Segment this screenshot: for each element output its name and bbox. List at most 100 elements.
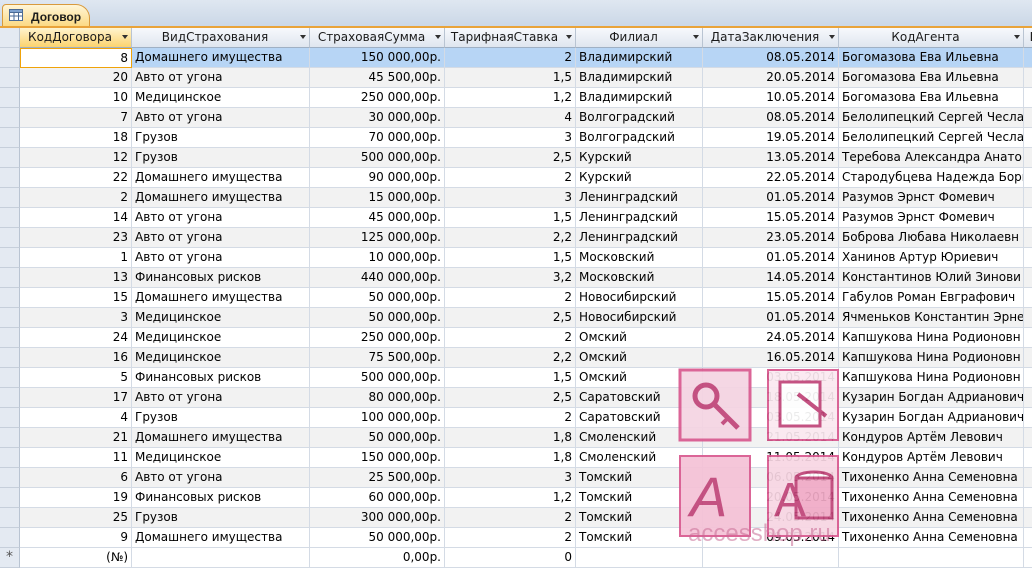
cell-branch[interactable]: Курский (576, 168, 703, 188)
cell-sum[interactable]: 25 500,00р. (310, 468, 445, 488)
cell-id[interactable]: 4 (20, 408, 132, 428)
new-record-row[interactable]: (№) 0,00р.0 (0, 548, 1032, 568)
cell-date[interactable]: 24.05.2014 (703, 508, 839, 528)
cell-agent[interactable]: Тихоненко Анна Семеновна (839, 468, 1024, 488)
filter-dropdown-icon[interactable] (1014, 35, 1020, 39)
cell-branch[interactable]: Курский (576, 148, 703, 168)
table-row[interactable]: 25 Грузов 300 000,00р. 2 Томский 24.05.2014 Ти… (0, 508, 1032, 528)
header-col-vid-strahovaniya[interactable]: ВидСтрахования (132, 28, 310, 48)
cell-sum[interactable]: 70 000,00р. (310, 128, 445, 148)
cell-extra[interactable] (1024, 288, 1032, 308)
table-row[interactable]: 18 Грузов 70 000,00р. 3 Волгоградский 19.05.2… (0, 128, 1032, 148)
cell-id[interactable]: 13 (20, 268, 132, 288)
cell-branch[interactable]: Волгоградский (576, 108, 703, 128)
cell-rate[interactable]: 1,2 (445, 88, 576, 108)
cell-id[interactable]: 20 (20, 68, 132, 88)
filter-dropdown-icon[interactable] (122, 35, 128, 39)
cell-id[interactable]: 8 (20, 48, 132, 68)
cell-branch[interactable]: Саратовский (576, 408, 703, 428)
filter-dropdown-icon[interactable] (693, 35, 699, 39)
cell-type[interactable]: Авто от угона (132, 108, 310, 128)
select-all-corner[interactable] (0, 28, 20, 48)
cell-id[interactable]: 22 (20, 168, 132, 188)
table-row[interactable]: 4 Грузов 100 000,00р. 2 Саратовский 03.05.201… (0, 408, 1032, 428)
cell-agent[interactable]: Капшукова Нина Родионовн (839, 368, 1024, 388)
cell-date[interactable]: 19.05.2014 (703, 128, 839, 148)
cell-branch[interactable]: Смоленский (576, 448, 703, 468)
cell-rate[interactable]: 1,5 (445, 208, 576, 228)
cell-rate[interactable]: 1,2 (445, 488, 576, 508)
cell-extra[interactable] (1024, 408, 1032, 428)
cell-branch[interactable]: Московский (576, 248, 703, 268)
cell-rate[interactable]: 2 (445, 508, 576, 528)
header-col-data-zaklyucheniya[interactable]: ДатаЗаключения (703, 28, 839, 48)
cell-date[interactable]: 08.05.2014 (703, 108, 839, 128)
cell-rate[interactable]: 3,2 (445, 268, 576, 288)
table-row[interactable]: 5 Финансовых рисков 500 000,00р. 1,5 Омский 0… (0, 368, 1032, 388)
cell-agent[interactable]: Ячменьков Константин Эрне (839, 308, 1024, 328)
table-row[interactable]: 14 Авто от угона 45 000,00р. 1,5 Ленинградск… (0, 208, 1032, 228)
cell-id[interactable]: 6 (20, 468, 132, 488)
record-selector[interactable] (0, 68, 20, 88)
cell-rate[interactable]: 2,5 (445, 308, 576, 328)
cell-extra[interactable] (1024, 48, 1032, 68)
cell-id[interactable]: 3 (20, 308, 132, 328)
new-cell-type[interactable] (132, 548, 310, 568)
new-cell-branch[interactable] (576, 548, 703, 568)
cell-date[interactable]: 01.05.2014 (703, 308, 839, 328)
cell-agent[interactable]: Богомазова Ева Ильевна (839, 48, 1024, 68)
cell-id[interactable]: 18 (20, 128, 132, 148)
cell-type[interactable]: Авто от угона (132, 468, 310, 488)
table-row[interactable]: 3 Медицинское 50 000,00р. 2,5 Новосибирский 0… (0, 308, 1032, 328)
cell-type[interactable]: Авто от угона (132, 68, 310, 88)
cell-sum[interactable]: 500 000,00р. (310, 368, 445, 388)
cell-sum[interactable]: 440 000,00р. (310, 268, 445, 288)
cell-branch[interactable]: Омский (576, 328, 703, 348)
record-selector[interactable] (0, 88, 20, 108)
record-selector[interactable] (0, 448, 20, 468)
table-row[interactable]: 11 Медицинское 150 000,00р. 1,8 Смоленский 11… (0, 448, 1032, 468)
cell-branch[interactable]: Ленинградский (576, 208, 703, 228)
cell-sum[interactable]: 125 000,00р. (310, 228, 445, 248)
new-cell-rate[interactable]: 0 (445, 548, 576, 568)
cell-agent[interactable]: Белолипецкий Сергей Чесла (839, 128, 1024, 148)
cell-rate[interactable]: 2 (445, 288, 576, 308)
cell-rate[interactable]: 2,2 (445, 228, 576, 248)
cell-branch[interactable]: Владимирский (576, 48, 703, 68)
new-cell-extra[interactable] (1024, 548, 1032, 568)
table-row[interactable]: 21 Домашнего имущества 50 000,00р. 1,8 Смоле… (0, 428, 1032, 448)
table-row[interactable]: 17 Авто от угона 80 000,00р. 2,5 Саратовский… (0, 388, 1032, 408)
cell-date[interactable]: 21.05.2014 (703, 428, 839, 448)
cell-agent[interactable]: Богомазова Ева Ильевна (839, 88, 1024, 108)
table-row[interactable]: 10 Медицинское 250 000,00р. 1,2 Владимирский… (0, 88, 1032, 108)
cell-date[interactable]: 01.05.2014 (703, 248, 839, 268)
table-row[interactable]: 22 Домашнего имущества 90 000,00р. 2 Курский… (0, 168, 1032, 188)
cell-extra[interactable] (1024, 528, 1032, 548)
cell-type[interactable]: Авто от угона (132, 228, 310, 248)
cell-id[interactable]: 24 (20, 328, 132, 348)
cell-date[interactable]: 14.05.2014 (703, 268, 839, 288)
cell-sum[interactable]: 75 500,00р. (310, 348, 445, 368)
filter-dropdown-icon[interactable] (829, 35, 835, 39)
cell-extra[interactable] (1024, 488, 1032, 508)
cell-extra[interactable] (1024, 328, 1032, 348)
cell-date[interactable]: 18.05.2014 (703, 388, 839, 408)
cell-branch[interactable]: Томский (576, 508, 703, 528)
record-selector[interactable] (0, 168, 20, 188)
cell-type[interactable]: Авто от угона (132, 388, 310, 408)
cell-sum[interactable]: 45 500,00р. (310, 68, 445, 88)
cell-sum[interactable]: 300 000,00р. (310, 508, 445, 528)
cell-type[interactable]: Финансовых рисков (132, 268, 310, 288)
cell-extra[interactable] (1024, 68, 1032, 88)
tab-dogovor[interactable]: Договор (2, 4, 90, 28)
cell-sum[interactable]: 30 000,00р. (310, 108, 445, 128)
cell-branch[interactable]: Владимирский (576, 88, 703, 108)
new-cell-date[interactable] (703, 548, 839, 568)
cell-id[interactable]: 16 (20, 348, 132, 368)
cell-branch[interactable]: Ленинградский (576, 228, 703, 248)
cell-rate[interactable]: 1,5 (445, 248, 576, 268)
cell-extra[interactable] (1024, 308, 1032, 328)
header-col-strahovaya-summa[interactable]: СтраховаяСумма (310, 28, 445, 48)
table-row[interactable]: 20 Авто от угона 45 500,00р. 1,5 Владимирски… (0, 68, 1032, 88)
cell-type[interactable]: Медицинское (132, 328, 310, 348)
